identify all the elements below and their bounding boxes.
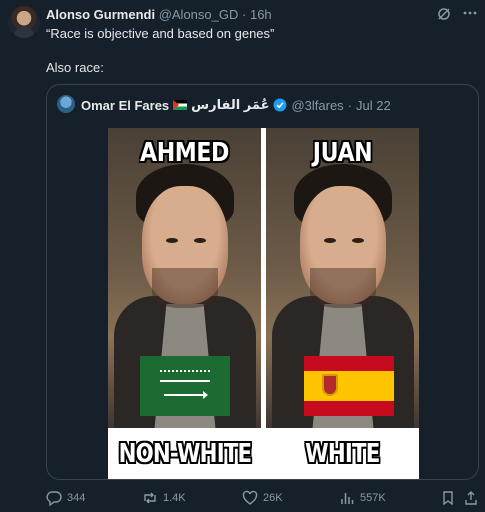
views-icon — [339, 490, 355, 506]
author-handle[interactable]: @Alonso_GD — [159, 7, 239, 22]
grok-icon[interactable] — [437, 7, 451, 21]
separator: · — [347, 97, 353, 113]
share-icon — [463, 490, 479, 506]
share-button[interactable] — [463, 490, 479, 506]
quoted-post[interactable]: Omar El Fares عُمَر الفارس @3lfares · Ju… — [46, 84, 479, 480]
flag-sword — [164, 391, 208, 399]
saudi-flag-icon — [140, 356, 230, 416]
author-name[interactable]: Alonso Gurmendi — [46, 7, 155, 22]
quoted-arabic-name[interactable]: عُمَر الفارس — [191, 97, 269, 113]
flag-inscription — [160, 370, 210, 382]
palestine-flag-icon — [173, 100, 188, 110]
post-time[interactable]: 16h — [250, 7, 272, 22]
meme-label-white: WHITE — [305, 439, 380, 469]
meme-label-ahmed: AHMED — [140, 138, 229, 168]
post-text-line-2: Also race: — [46, 60, 104, 75]
post-text-line-1: “Race is objective and based on genes” — [46, 26, 275, 41]
coat-of-arms — [322, 374, 338, 396]
meme-label-box-left: NON-WHITE — [108, 428, 261, 479]
like-count: 26K — [263, 492, 283, 504]
post[interactable]: Alonso Gurmendi @Alonso_GD · 16h “Race i… — [0, 0, 485, 512]
post-top-actions — [437, 6, 477, 22]
beard — [310, 268, 376, 308]
verified-icon — [273, 98, 287, 112]
reply-count: 344 — [67, 492, 86, 504]
eye — [352, 238, 364, 243]
beard — [152, 268, 218, 308]
quoted-avatar[interactable] — [57, 95, 75, 113]
post-header: Alonso Gurmendi @Alonso_GD · 16h — [46, 7, 272, 22]
repost-icon — [142, 490, 158, 506]
repost-button[interactable]: 1.4K — [142, 490, 186, 506]
views-button[interactable]: 557K — [339, 490, 386, 506]
bookmark-button[interactable] — [440, 490, 456, 506]
avatar[interactable] — [8, 6, 40, 38]
more-icon[interactable] — [463, 6, 477, 22]
bookmark-icon — [440, 490, 456, 506]
quoted-author-name[interactable]: Omar El Fares — [81, 98, 169, 113]
separator: · — [242, 7, 247, 22]
repost-count: 1.4K — [163, 492, 186, 504]
views-count: 557K — [360, 492, 386, 504]
action-bar: 344 1.4K 26K 557K — [46, 490, 479, 510]
meme-label-non-white: NON-WHITE — [118, 439, 252, 469]
like-button[interactable]: 26K — [242, 490, 283, 506]
quoted-header: Omar El Fares عُمَر الفارس @3lfares · Ju… — [81, 97, 391, 113]
quoted-author-handle[interactable]: @3lfares — [291, 98, 343, 113]
meme-label-box-right: WHITE — [266, 428, 419, 479]
reply-icon — [46, 490, 62, 506]
quoted-date[interactable]: Jul 22 — [356, 98, 391, 113]
eye — [194, 238, 206, 243]
meme-label-juan: JUAN — [312, 138, 373, 168]
spain-flag-icon — [304, 356, 394, 416]
reply-button[interactable]: 344 — [46, 490, 85, 506]
like-icon — [242, 490, 258, 506]
eye — [324, 238, 336, 243]
meme-image[interactable]: AHMED JUAN NON-WHITE WHITE — [108, 128, 419, 479]
eye — [166, 238, 178, 243]
